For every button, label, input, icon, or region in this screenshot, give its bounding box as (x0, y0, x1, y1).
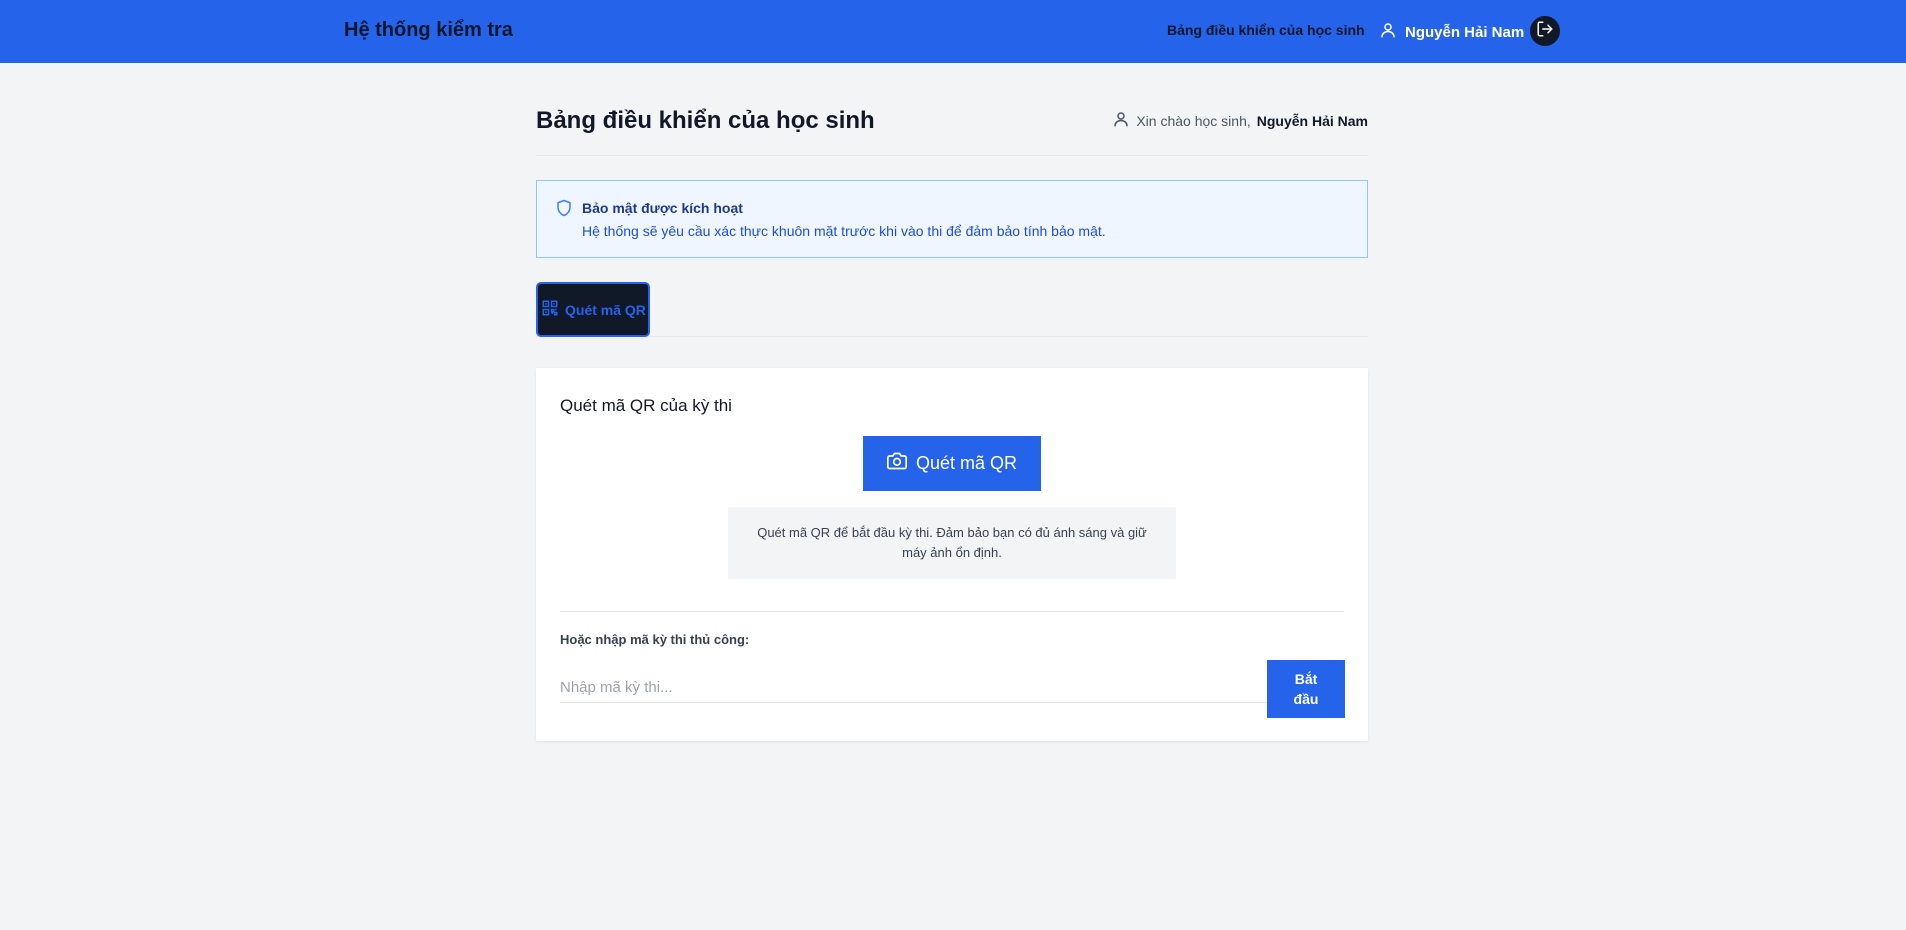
scan-qr-card: Quét mã QR của kỳ thi Quét mã QR Quét mã… (536, 368, 1368, 741)
manual-code-label: Hoặc nhập mã kỳ thi thủ công: (560, 632, 750, 647)
logout-icon (1536, 20, 1554, 43)
security-description: Hệ thống sẽ yêu cầu xác thực khuôn mặt t… (582, 223, 1106, 239)
user-icon (1379, 21, 1397, 43)
tab-scan-qr-label: Quét mã QR (565, 301, 646, 318)
top-navbar: Hệ thống kiểm tra Bảng điều khiển của họ… (0, 0, 1906, 63)
qr-code-icon (541, 299, 559, 320)
greeting: Xin chào học sinh, Nguyễn Hải Nam (1112, 110, 1368, 131)
tab-scan-qr[interactable]: Quét mã QR (536, 282, 650, 337)
nav-dashboard-link[interactable]: Bảng điều khiển của học sinh (1167, 22, 1365, 38)
page-title: Bảng điều khiển của học sinh (536, 107, 875, 134)
card-title: Quét mã QR của kỳ thi (560, 396, 732, 415)
app-brand[interactable]: Hệ thống kiểm tra (344, 19, 513, 42)
camera-icon (886, 451, 907, 476)
security-title: Bảo mật được kích hoạt (582, 200, 743, 216)
page-header: Bảng điều khiển của học sinh Xin chào họ… (536, 63, 1368, 156)
start-exam-button[interactable]: Bắt đầu (1267, 660, 1345, 718)
security-alert: Bảo mật được kích hoạt Hệ thống sẽ yêu c… (536, 180, 1368, 258)
logout-button[interactable] (1530, 16, 1560, 46)
scan-qr-button-label: Quét mã QR (915, 453, 1018, 473)
user-icon (1112, 110, 1130, 131)
scan-qr-button[interactable]: Quét mã QR (863, 436, 1041, 491)
greeting-name: Nguyễn Hải Nam (1256, 112, 1368, 129)
nav-user-name: Nguyễn Hải Nam (1405, 23, 1525, 41)
greeting-prefix: Xin chào học sinh, (1136, 112, 1251, 129)
tab-bar: Quét mã QR (536, 282, 1368, 337)
scan-tip: Quét mã QR để bắt đầu kỳ thi. Đảm bảo bạ… (728, 507, 1176, 579)
nav-user-profile[interactable]: Nguyễn Hải Nam (1379, 21, 1524, 43)
exam-code-input[interactable] (560, 673, 1266, 703)
divider (560, 611, 1344, 612)
